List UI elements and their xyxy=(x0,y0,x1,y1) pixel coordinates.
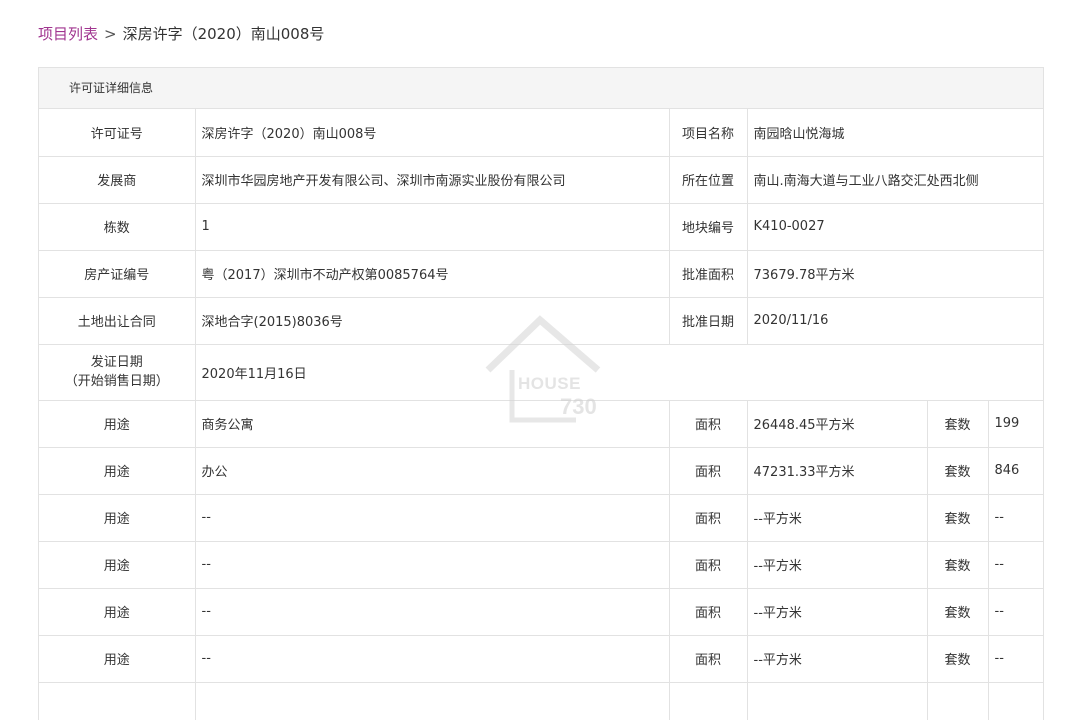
usage-value: -- xyxy=(195,635,670,683)
area-value: 47231.33平方米 xyxy=(747,447,928,495)
usage-value xyxy=(195,682,670,720)
usage-row: 用途 办公 面积 47231.33平方米 套数 846 xyxy=(39,447,1043,495)
issue-date-label-line1: 发证日期 xyxy=(90,355,143,370)
license-detail-panel: 许可证详细信息 许可证号 深房许字（2020）南山008号 项目名称 南园晗山悦… xyxy=(38,67,1044,720)
usage-label: 用途 xyxy=(39,400,196,448)
license-no-label: 许可证号 xyxy=(39,109,196,157)
issue-date-label-line2: （开始销售日期） xyxy=(64,374,169,389)
area-value: --平方米 xyxy=(747,494,928,542)
approved-date-label: 批准日期 xyxy=(669,297,748,345)
license-no-value: 深房许字（2020）南山008号 xyxy=(195,109,670,157)
units-value: 199 xyxy=(988,400,1043,448)
usage-label: 用途 xyxy=(39,588,196,636)
usage-value: 办公 xyxy=(195,447,670,495)
units-label: 套数 xyxy=(927,400,989,448)
breadcrumb-current: 深房许字（2020）南山008号 xyxy=(122,25,325,43)
area-label: 面积 xyxy=(669,541,748,589)
units-label: 套数 xyxy=(927,635,989,683)
units-label: 套数 xyxy=(927,541,989,589)
usage-label: 用途 xyxy=(39,494,196,542)
buildings-label: 栋数 xyxy=(39,203,196,251)
approved-area-label: 批准面积 xyxy=(669,250,748,298)
area-label xyxy=(669,682,748,720)
breadcrumb: 项目列表 > 深房许字（2020）南山008号 xyxy=(38,22,324,46)
usage-label: 用途 xyxy=(39,541,196,589)
area-value: 26448.45平方米 xyxy=(747,400,928,448)
row-buildings: 栋数 1 地块编号 K410-0027 xyxy=(39,203,1043,251)
issue-date-label: 发证日期 （开始销售日期） xyxy=(39,344,196,401)
units-label: 套数 xyxy=(927,494,989,542)
units-label xyxy=(927,682,989,720)
usage-value: -- xyxy=(195,494,670,542)
breadcrumb-project-list-link[interactable]: 项目列表 xyxy=(38,25,98,43)
usage-label xyxy=(39,682,196,720)
usage-value: -- xyxy=(195,541,670,589)
row-property-cert: 房产证编号 粤（2017）深圳市不动产权第0085764号 批准面积 73679… xyxy=(39,250,1043,298)
area-value: --平方米 xyxy=(747,635,928,683)
units-value: -- xyxy=(988,494,1043,542)
units-value: -- xyxy=(988,635,1043,683)
row-land-contract: 土地出让合同 深地合字(2015)8036号 批准日期 2020/11/16 xyxy=(39,297,1043,345)
usage-label: 用途 xyxy=(39,447,196,495)
units-value: -- xyxy=(988,541,1043,589)
area-value xyxy=(747,682,928,720)
area-label: 面积 xyxy=(669,635,748,683)
plot-no-value: K410-0027 xyxy=(747,203,1043,251)
usage-row: 用途 -- 面积 --平方米 套数 -- xyxy=(39,494,1043,542)
location-label: 所在位置 xyxy=(669,156,748,204)
project-name-label: 项目名称 xyxy=(669,109,748,157)
land-contract-value: 深地合字(2015)8036号 xyxy=(195,297,670,345)
area-value: --平方米 xyxy=(747,541,928,589)
project-name-value: 南园晗山悦海城 xyxy=(747,109,1043,157)
page: 项目列表 > 深房许字（2020）南山008号 许可证详细信息 许可证号 深房许字（… xyxy=(0,0,1080,720)
row-license-no: 许可证号 深房许字（2020）南山008号 项目名称 南园晗山悦海城 xyxy=(39,109,1043,157)
usage-row: 用途 商务公寓 面积 26448.45平方米 套数 199 xyxy=(39,400,1043,448)
row-developer: 发展商 深圳市华园房地产开发有限公司、深圳市南源实业股份有限公司 所在位置 南山… xyxy=(39,156,1043,204)
property-cert-label: 房产证编号 xyxy=(39,250,196,298)
approved-area-value: 73679.78平方米 xyxy=(747,250,1043,298)
area-value: --平方米 xyxy=(747,588,928,636)
buildings-value: 1 xyxy=(195,203,670,251)
area-label: 面积 xyxy=(669,447,748,495)
usage-row: 用途 -- 面积 --平方米 套数 -- xyxy=(39,635,1043,683)
units-value: 846 xyxy=(988,447,1043,495)
units-label: 套数 xyxy=(927,588,989,636)
area-label: 面积 xyxy=(669,400,748,448)
usage-label: 用途 xyxy=(39,635,196,683)
row-issue-date: 发证日期 （开始销售日期） 2020年11月16日 xyxy=(39,344,1043,401)
approved-date-value: 2020/11/16 xyxy=(747,297,1043,345)
usage-value: -- xyxy=(195,588,670,636)
usage-row xyxy=(39,682,1043,720)
developer-label: 发展商 xyxy=(39,156,196,204)
units-value xyxy=(988,682,1043,720)
area-label: 面积 xyxy=(669,588,748,636)
units-value: -- xyxy=(988,588,1043,636)
usage-value: 商务公寓 xyxy=(195,400,670,448)
breadcrumb-separator: > xyxy=(104,25,117,43)
usage-row: 用途 -- 面积 --平方米 套数 -- xyxy=(39,588,1043,636)
units-label: 套数 xyxy=(927,447,989,495)
license-info-table: 许可证号 深房许字（2020）南山008号 项目名称 南园晗山悦海城 发展商 深… xyxy=(39,109,1043,720)
issue-date-value: 2020年11月16日 xyxy=(195,344,1043,401)
developer-value: 深圳市华园房地产开发有限公司、深圳市南源实业股份有限公司 xyxy=(195,156,670,204)
usage-row: 用途 -- 面积 --平方米 套数 -- xyxy=(39,541,1043,589)
location-value: 南山.南海大道与工业八路交汇处西北侧 xyxy=(747,156,1043,204)
plot-no-label: 地块编号 xyxy=(669,203,748,251)
area-label: 面积 xyxy=(669,494,748,542)
property-cert-value: 粤（2017）深圳市不动产权第0085764号 xyxy=(195,250,670,298)
panel-title: 许可证详细信息 xyxy=(39,68,1043,109)
usage-rows: 用途 商务公寓 面积 26448.45平方米 套数 199 用途 办公 面积 47231.33平方… xyxy=(39,400,1043,720)
land-contract-label: 土地出让合同 xyxy=(39,297,196,345)
